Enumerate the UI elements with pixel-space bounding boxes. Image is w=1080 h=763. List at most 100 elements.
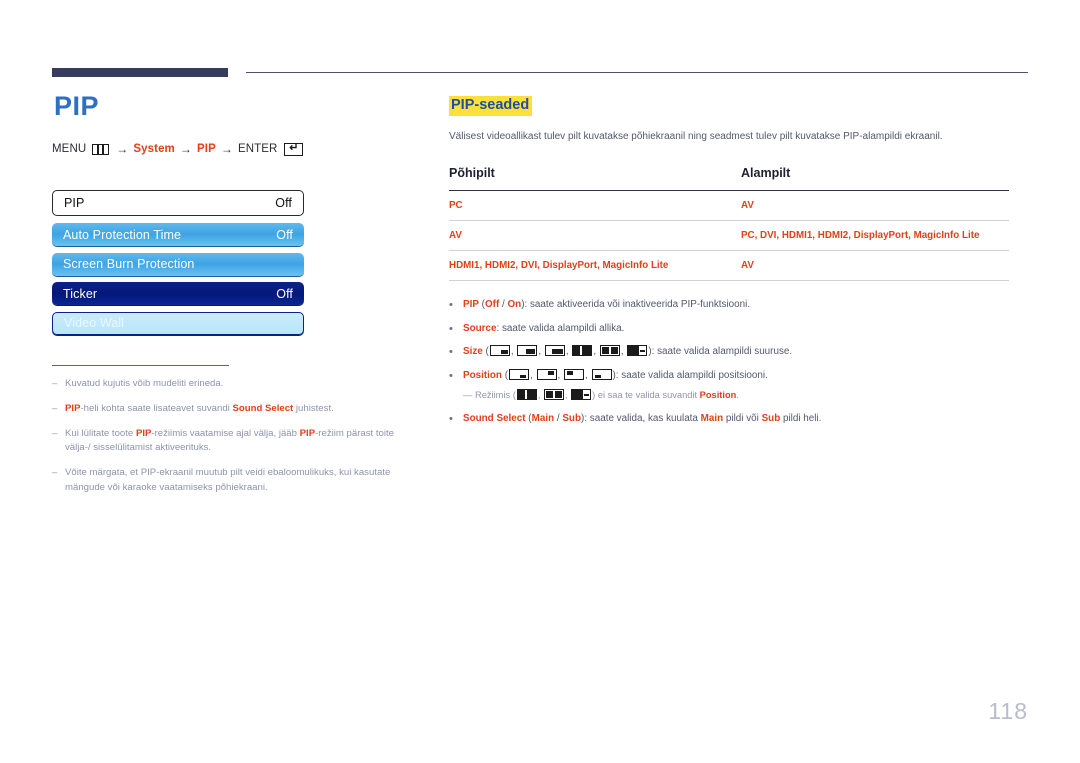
sound-select-part-5: ): saate valida, kas kuulata [581, 413, 701, 425]
position-sep-1: , [557, 370, 563, 382]
bullet-text: PIP (Off / On): saate aktiveerida või in… [463, 298, 1009, 313]
menu-path-breadcrumb: MENU → System → PIP → ENTER ↵ [52, 142, 420, 156]
bullet-1-part-0: Source [463, 322, 497, 334]
size-close-paren: ): [648, 346, 658, 358]
position-subnote-dash: — [463, 390, 473, 401]
pip-size-split-even-icon [599, 345, 620, 357]
footnote-text: PIP-heli kohta saate lisateavet suvandi … [65, 402, 412, 417]
header-rule [52, 68, 1028, 77]
pip-size-split-even-icon-inner [610, 347, 618, 355]
footnote-dash: – [52, 377, 58, 389]
osd-menu-mockup: PIP Off Auto Protection Time Off Screen Burn… [52, 190, 304, 335]
osd-row-screen-burn-protection[interactable]: Screen Burn Protection [52, 252, 304, 276]
pip-size-split-narrow-icon [627, 345, 648, 357]
bullet-item: • PIP (Off / On): saate aktiveerida või i… [449, 298, 1009, 313]
menu-path-menu-label: MENU [52, 143, 87, 156]
pip-size-split-wide-icon-inner [526, 390, 536, 400]
pip-position-top-right-icon [536, 369, 557, 381]
bullet-text: Size (, , , , , ): saate valida alampild… [463, 345, 1009, 360]
page-title: PIP [54, 91, 100, 121]
osd-row-ticker[interactable]: Ticker Off [52, 282, 304, 306]
pip-position-bottom-left-icon [591, 369, 612, 381]
size-sep-4: , [620, 346, 627, 358]
table-header-row: Põhipilt Alampilt [449, 165, 1009, 191]
position-subnote-bold: Position [699, 390, 737, 401]
footnote: – Võite märgata, et PIP-ekraanil muutub p… [52, 466, 412, 496]
footnote-text: Kuvatud kujutis võib mudeliti erineda. [65, 377, 412, 392]
sound-select-part-8: Sub [761, 413, 781, 425]
table-cell-sub: AV [741, 250, 1009, 281]
footnote-0-part-0: Kuvatud kujutis võib mudeliti erineda. [65, 377, 224, 389]
notes-separator [52, 364, 229, 366]
sound-select-part-0: Sound Select [463, 413, 526, 425]
right-column: PIP-seaded Välisest videoallikast tulev … [449, 96, 1009, 436]
pip-size-medium-icon [517, 345, 538, 357]
table-header-sub: Alampilt [741, 165, 1009, 191]
pip-position-top-right-icon-inner [547, 371, 554, 375]
size-tail-text: saate valida alampildi suuruse. [657, 346, 793, 358]
osd-row-pip[interactable]: PIP Off [52, 190, 304, 217]
pip-size-small-icon [489, 345, 510, 357]
pip-size-split-narrow-icon-inner [628, 346, 640, 356]
footnote-1-part-0: PIP [65, 402, 81, 414]
position-subnote-sep-0: , [537, 390, 543, 401]
bullet-text: Sound Select (Main / Sub): saate valida,… [463, 412, 1009, 427]
section-description: Välisest videoallikast tulev pilt kuvata… [449, 130, 943, 142]
bullet-dot: • [449, 298, 453, 311]
osd-row-label: Screen Burn Protection [63, 257, 195, 272]
pip-size-split-wide-icon-inner [582, 346, 592, 356]
pip-size-split-narrow-icon-inner [572, 390, 584, 400]
sound-select-part-2: Main [531, 413, 555, 425]
osd-row-label: Ticker [63, 286, 98, 301]
osd-row-label: Auto Protection Time [63, 227, 182, 242]
osd-row-value: Off [275, 196, 292, 211]
bullets-list: • PIP (Off / On): saate aktiveerida või i… [449, 298, 1009, 427]
footnote-2-part-1: PIP [135, 427, 152, 439]
footnote-1-part-1: -heli kohta saate lisateavet suvandi [80, 402, 233, 414]
footnote-dash: – [52, 402, 58, 414]
sound-select-part-7: pildi või [723, 413, 762, 425]
osd-row-auto-protection-time[interactable]: Auto Protection Time Off [52, 223, 304, 247]
pip-size-split-narrow-icon [571, 389, 592, 401]
table-row: AV PC, DVI, HDMI1, HDMI2, DisplayPort, Ma… [449, 220, 1009, 251]
header-rule-thin [246, 72, 1028, 73]
pip-size-split-even-icon [543, 389, 564, 401]
pip-size-split-even-icon-inner [554, 391, 562, 399]
footnote-3-part-0: Võite märgata, et PIP-ekraanil muutub pi… [65, 467, 391, 494]
pip-size-split-wide-icon [516, 389, 537, 401]
osd-row-label: Video Wall [64, 316, 125, 331]
table-cell-main: AV [449, 220, 741, 251]
bullet-1-part-1: : saate valida alampildi allika. [496, 322, 625, 334]
menu-path-arrow-1: → [116, 142, 129, 157]
footnote-1-part-3: juhistest. [293, 402, 334, 414]
position-label: Position [463, 370, 502, 382]
menu-path-step-pip: PIP [197, 143, 216, 156]
pip-size-small-icon-inner [500, 350, 508, 355]
page-number: 118 [988, 698, 1028, 724]
bullet-item-size: • Size (, , , , , ): saate valida alampil… [449, 345, 1009, 360]
size-sep-3: , [593, 346, 599, 358]
position-subnote: — Režiimis (, , ) ei saa te valida suvand… [463, 389, 1009, 403]
left-column: PIP MENU → System → PIP → ENTER ↵ PIP Off… [52, 92, 420, 506]
header-rule-thick [52, 68, 228, 77]
bullet-0-part-2: Off [484, 298, 500, 310]
osd-row-video-wall[interactable]: Video Wall [52, 311, 304, 335]
enter-key-icon: ↵ [284, 141, 304, 156]
position-open-paren: ( [501, 370, 508, 382]
size-sep-0: , [510, 346, 517, 358]
footnote-2-part-0: Kui lülitate toote [65, 427, 136, 439]
size-open-paren: ( [482, 346, 489, 358]
menu-path-enter-label: ENTER [237, 143, 278, 156]
table-cell-main: HDMI1, HDMI2, DVI, DisplayPort, MagicInf… [449, 250, 741, 281]
enter-key-glyph: ↵ [289, 141, 299, 154]
footnote-dash: – [52, 467, 58, 479]
size-sep-1: , [538, 346, 544, 358]
footnote-dash: – [52, 427, 58, 439]
bullet-item: • Source: saate valida alampildi allika. [449, 322, 1009, 337]
footnote-2-part-2: -režiimis vaatamise ajal välja, jääb [151, 427, 300, 439]
position-sep-0: , [530, 370, 536, 382]
osd-row-label: PIP [64, 196, 85, 211]
bullet-text: Position (, , , ): saate valida alampild… [463, 369, 1009, 384]
bullet-0-part-0: PIP [463, 298, 479, 310]
bullet-item-sound-select: • Sound Select (Main / Sub): saate valida… [449, 412, 1009, 427]
